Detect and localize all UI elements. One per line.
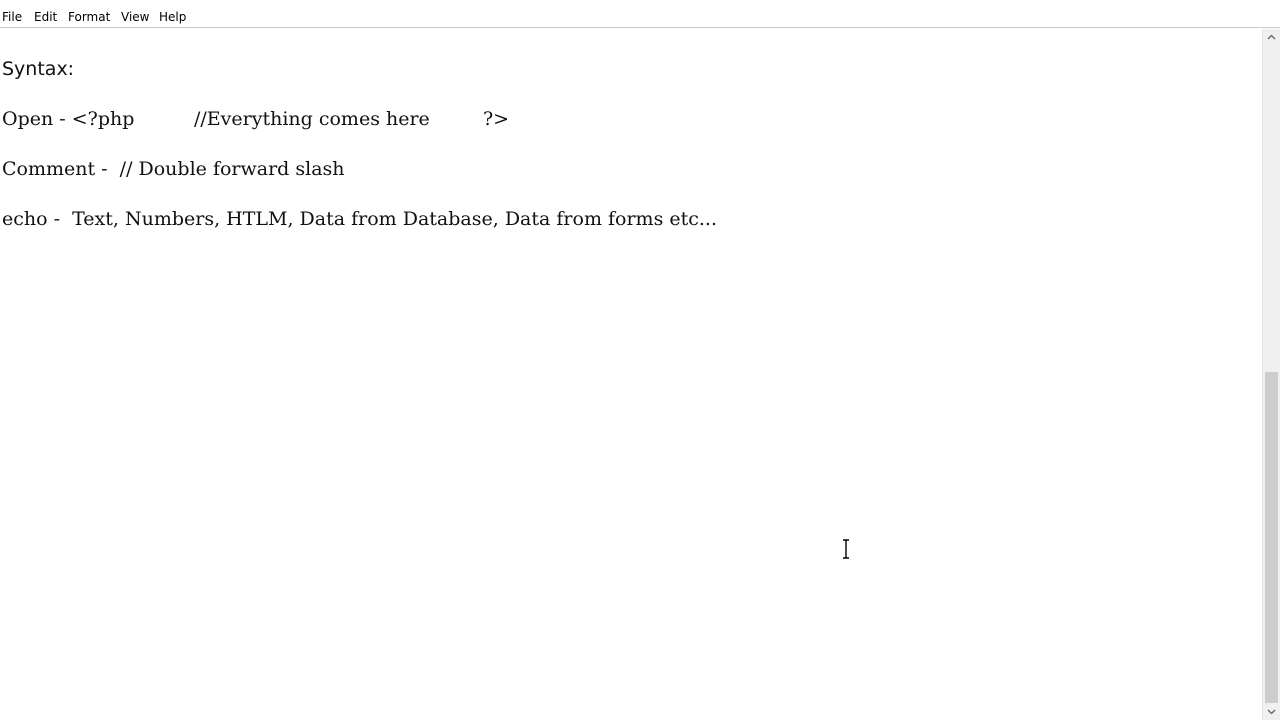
text-line-syntax: Syntax: [2,58,75,80]
text-line-echo: echo - Text, Numbers, HTLM, Data from Da… [2,208,717,230]
menu-view[interactable]: View [121,9,149,25]
vertical-scrollbar[interactable] [1262,29,1280,720]
open-comment: //Everything comes here [194,108,430,130]
text-line-comment: Comment - // Double forward slash [2,158,345,180]
menu-edit[interactable]: Edit [34,9,57,25]
open-close-tag: ?> [483,108,510,130]
menu-format[interactable]: Format [68,9,110,25]
chevron-down-icon[interactable] [1263,703,1280,720]
notepad-window: File Edit Format View Help Syntax: Open … [0,0,1280,720]
menu-bar: File Edit Format View Help [0,0,1280,28]
chevron-up-icon[interactable] [1263,29,1280,46]
text-editor-area[interactable]: Syntax: Open - <?php //Everything comes … [0,29,1262,720]
text-cursor-icon [843,539,849,559]
menu-help[interactable]: Help [159,9,186,25]
menu-file[interactable]: File [2,9,22,25]
scrollbar-thumb[interactable] [1265,372,1278,703]
open-label: Open - <?php [2,108,135,130]
